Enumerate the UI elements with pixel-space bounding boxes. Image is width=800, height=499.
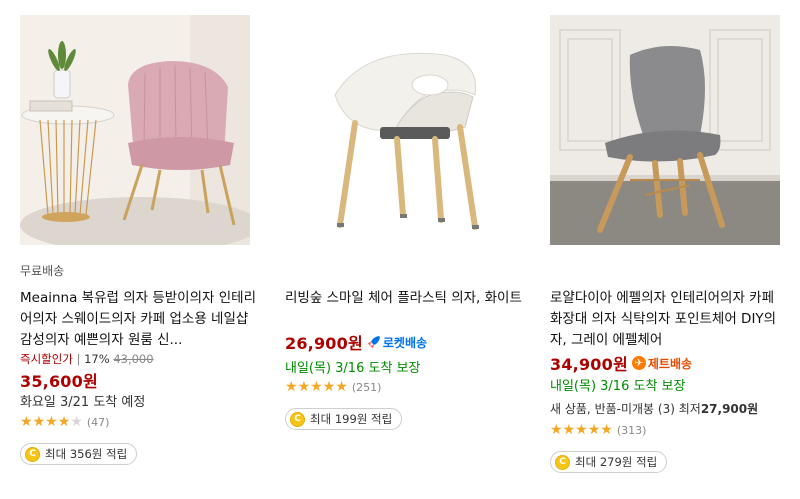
star-icon: ★ [20, 414, 33, 430]
price-row: 34,900원 ✈ 제트배송 [550, 351, 692, 375]
rocket-icon [367, 336, 380, 348]
sale-price: 26,900원 [285, 334, 363, 353]
star-icon: ★ [322, 379, 336, 395]
star-icon: ★ [575, 422, 588, 438]
reward-badge: C 최대 356원 적립 [20, 443, 138, 465]
other-sellers-text: 새 상품, 반품-미개봉 (3) 최저 [550, 402, 701, 416]
star-icon: ★ [587, 422, 601, 438]
sale-price: 35,600원 [20, 372, 98, 391]
star-icon: ★ [32, 414, 46, 430]
reward-text: 최대 199원 적립 [310, 412, 393, 426]
product-image-white-plastic-chair[interactable] [285, 15, 515, 245]
review-count: (313) [616, 423, 647, 437]
product-title[interactable]: Meainna 복유럽 의자 등받이의자 인테리어의자 스웨이드의자 카페 업소… [20, 288, 260, 351]
rocket-delivery-badge: 로켓배송 [367, 334, 427, 351]
price-row: 26,900원 로켓배송 [285, 330, 427, 354]
star-icon: ★ [70, 414, 83, 430]
arrival-guarantee: 내일(목) 3/16 도착 보장 [550, 379, 686, 394]
star-icon: ★ [297, 379, 311, 395]
discount-rate: 17% [84, 352, 110, 366]
rating: ★ ★ ★ ★ ★ (313) [550, 423, 646, 437]
star-icon: ★ [45, 414, 58, 430]
product-image-gray-eiffel-chair[interactable] [550, 15, 780, 245]
star-rating: ★ ★ ★ ★ ★ [285, 380, 348, 394]
reward-text: 최대 356원 적립 [45, 447, 128, 461]
product-title[interactable]: 리빙숲 스마일 체어 플라스틱 의자, 화이트 [285, 288, 525, 309]
review-count: (251) [351, 380, 382, 394]
jet-delivery-icon: ✈ [631, 356, 646, 370]
original-price: 43,000 [113, 352, 154, 366]
jet-delivery-badge: ✈ 제트배송 [631, 355, 693, 372]
rating: ★ ★ ★ ★ ★ (251) [285, 380, 381, 394]
review-count: (47) [86, 415, 110, 429]
arrival-guarantee: 내일(목) 3/16 도착 보장 [285, 361, 421, 376]
instant-discount-label: 즉시할인가 [20, 352, 73, 366]
coin-icon: C [555, 454, 570, 470]
coin-icon: C [290, 411, 305, 427]
jet-delivery-text: 제트배송 [647, 356, 693, 371]
reward-text: 최대 279원 적립 [575, 455, 658, 469]
free-shipping-label: 무료배송 [20, 264, 65, 278]
product-image-pink-velvet-chair[interactable] [20, 15, 250, 245]
sale-price: 34,900원 [550, 355, 628, 374]
arrival-date: 화요일 3/21 도착 예정 [20, 395, 146, 410]
star-icon: ★ [310, 379, 323, 395]
star-icon: ★ [285, 379, 298, 395]
star-icon: ★ [600, 422, 613, 438]
star-icon: ★ [335, 379, 348, 395]
other-sellers-info[interactable]: 새 상품, 반품-미개봉 (3) 최저27,900원 [550, 400, 758, 417]
star-rating: ★ ★ ★ ★ ★ [550, 423, 613, 437]
coin-icon: C [25, 446, 40, 462]
star-icon: ★ [57, 414, 71, 430]
rating: ★ ★ ★ ★ ★ (47) [20, 415, 109, 429]
reward-badge: C 최대 279원 적립 [550, 451, 668, 473]
discount-row: 즉시할인가 | 17% 43,000 [20, 352, 154, 366]
star-rating: ★ ★ ★ ★ ★ [20, 415, 83, 429]
star-icon: ★ [550, 422, 563, 438]
other-sellers-lowest-price: 27,900원 [700, 402, 759, 416]
reward-badge: C 최대 199원 적립 [285, 408, 403, 430]
star-icon: ★ [562, 422, 576, 438]
product-title[interactable]: 로얄다이아 에펠의자 인테리어의자 카페 화장대 의자 식탁의자 포인트체어 D… [550, 288, 785, 351]
rocket-delivery-text: 로켓배송 [382, 335, 428, 350]
